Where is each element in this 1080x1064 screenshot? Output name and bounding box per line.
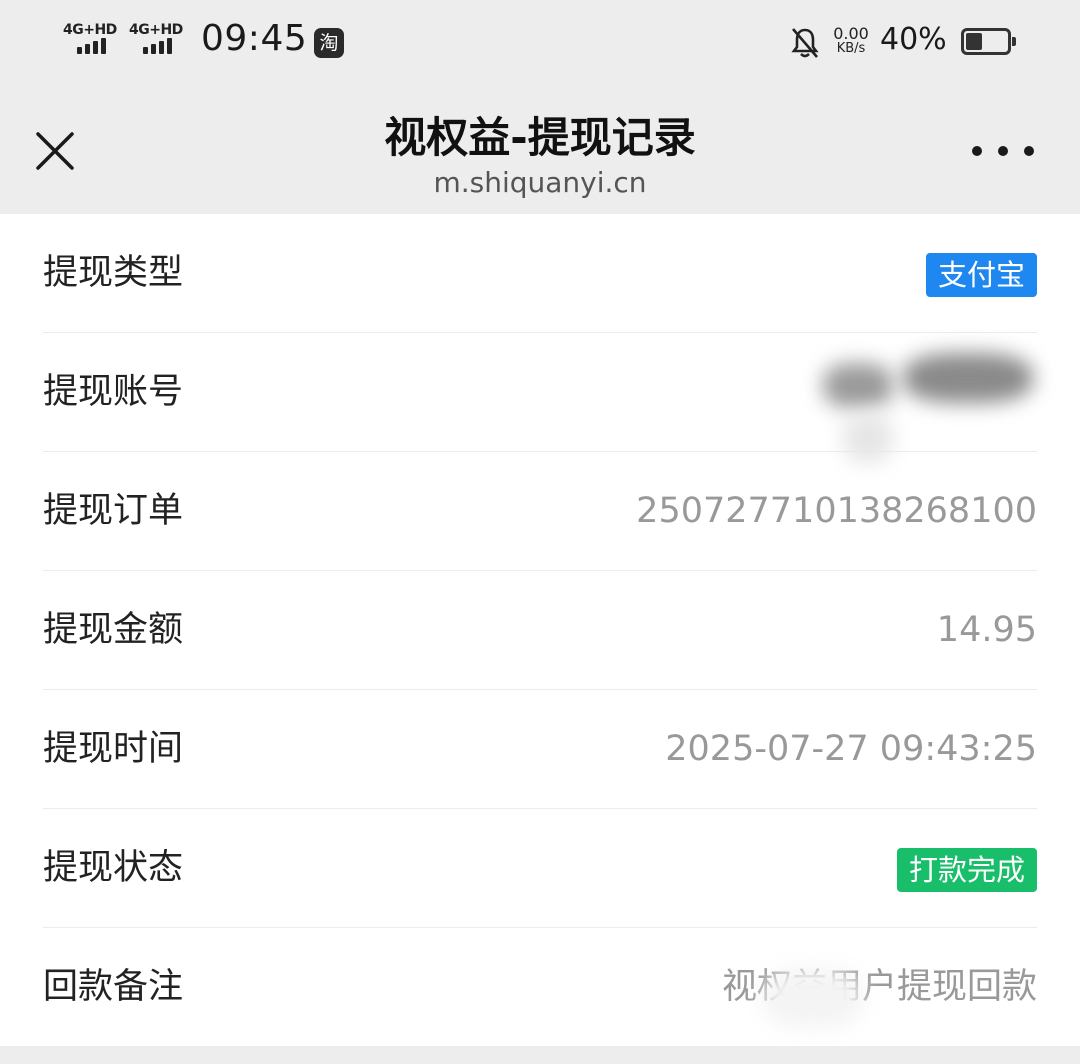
row-remark: 回款备注 视权益用户提现回款	[43, 928, 1037, 1046]
withdrawal-detail: 提现类型 支付宝 提现账号 提现订单 250727710138268100 提现…	[0, 214, 1080, 1046]
withdrawal-type-badge: 支付宝	[925, 253, 1037, 297]
nav-bar: 视权益-提现记录 m.shiquanyi.cn	[0, 86, 1080, 214]
status-bar: 4G+HD 4G+HD 09:45 淘 0.00 KB/s 40%	[0, 0, 1080, 86]
withdrawal-type-label: 提现类型	[43, 253, 184, 293]
row-withdrawal-type: 提现类型 支付宝	[43, 214, 1037, 333]
battery-icon	[961, 28, 1016, 55]
page-url: m.shiquanyi.cn	[433, 166, 647, 199]
withdrawal-time-value: 2025-07-27 09:43:25	[665, 729, 1037, 769]
row-withdrawal-amount: 提现金额 14.95	[43, 571, 1037, 690]
signal-icon: 4G+HD	[129, 20, 191, 60]
row-withdrawal-status: 提现状态 打款完成	[43, 809, 1037, 928]
network-speed: 0.00 KB/s	[830, 24, 872, 57]
battery-percent: 40%	[880, 22, 947, 57]
withdrawal-time-label: 提现时间	[43, 729, 184, 769]
row-withdrawal-time: 提现时间 2025-07-27 09:43:25	[43, 690, 1037, 809]
page-bottom	[0, 1046, 1080, 1064]
page-title: 视权益-提现记录	[384, 113, 696, 162]
withdrawal-amount-label: 提现金额	[43, 610, 184, 650]
bell-off-icon	[791, 28, 819, 58]
signal-icon: 4G+HD	[63, 20, 125, 60]
withdrawal-account-label: 提现账号	[43, 372, 184, 412]
withdrawal-order-value: 250727710138268100	[636, 491, 1037, 531]
row-withdrawal-account: 提现账号	[43, 333, 1037, 463]
withdrawal-status-label: 提现状态	[43, 848, 184, 888]
network-type-label: 4G+HD	[63, 22, 117, 38]
redaction-mark	[823, 353, 1043, 463]
taobao-app-icon: 淘	[314, 28, 344, 58]
network-type-label: 4G+HD	[129, 22, 183, 38]
battery-fill	[966, 33, 982, 50]
withdrawal-amount-value: 14.95	[936, 610, 1037, 650]
network-speed-value: 0.00	[833, 24, 869, 43]
network-speed-unit: KB/s	[836, 41, 866, 56]
remark-label: 回款备注	[43, 967, 184, 1007]
withdrawal-order-label: 提现订单	[43, 491, 184, 531]
more-icon[interactable]	[972, 140, 1034, 162]
clock: 09:45	[201, 18, 308, 59]
redaction-mark	[743, 938, 883, 1038]
row-withdrawal-order: 提现订单 250727710138268100	[43, 452, 1037, 571]
withdrawal-status-badge: 打款完成	[896, 848, 1037, 892]
